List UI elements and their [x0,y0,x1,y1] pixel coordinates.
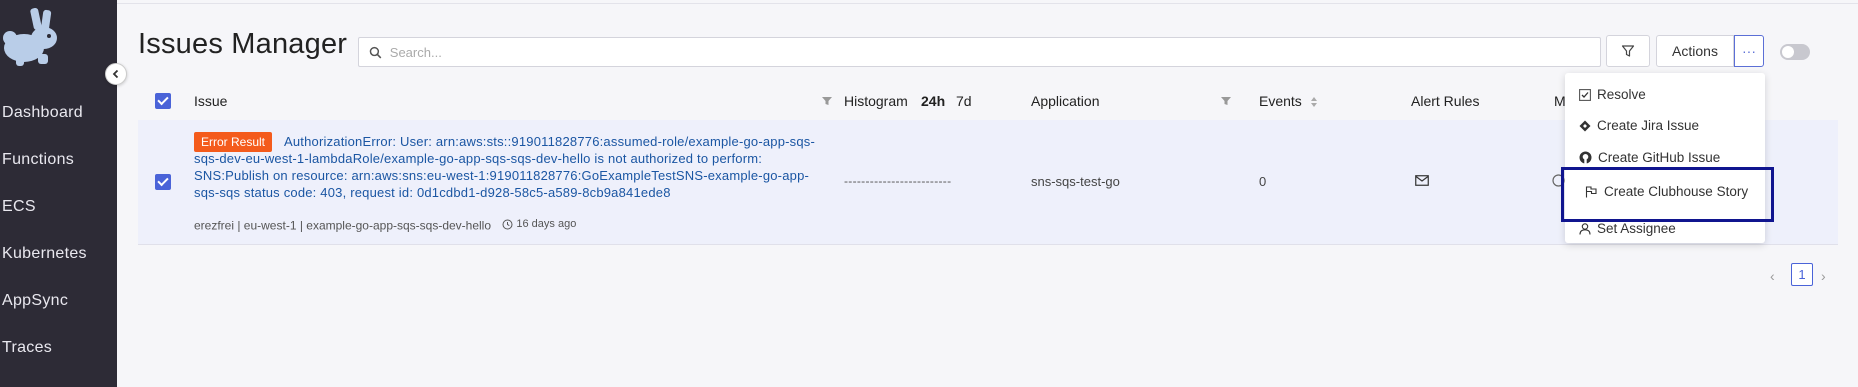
menu-item-label: Create Clubhouse Story [1604,184,1749,199]
menu-item-create-github-issue[interactable]: Create GitHub Issue [1579,150,1720,165]
menu-item-label: Create Jira Issue [1597,118,1700,133]
envelope-icon[interactable] [1415,175,1429,186]
row-checkbox[interactable] [155,174,171,190]
actions-dropdown-menu: Resolve Create Jira Issue Create GitHub … [1565,73,1765,243]
toggle-knob [1782,46,1794,58]
search-box[interactable] [358,37,1601,67]
sidebar-collapse-button[interactable] [105,63,127,85]
sidebar-item-ecs[interactable]: ECS [2,198,36,216]
top-border [117,0,1858,4]
menu-item-resolve[interactable]: Resolve [1579,87,1646,102]
issue-title-link[interactable]: AuthorizationError: User: arn:aws:sts::9… [194,133,834,201]
select-all-checkbox[interactable] [155,93,171,109]
menu-item-create-jira-issue[interactable]: Create Jira Issue [1579,118,1699,133]
pagination-prev-button[interactable]: ‹ [1770,268,1775,284]
sidebar: Dashboard Functions ECS Kubernetes AppSy… [0,0,117,387]
jira-icon [1579,120,1591,131]
menu-item-create-clubhouse-story[interactable]: Create Clubhouse Story [1585,184,1748,199]
menu-item-label: Set Assignee [1597,221,1676,236]
histogram-range-24h[interactable]: 24h [921,93,945,109]
issue-time: 16 days ago [502,218,576,230]
menu-item-set-assignee[interactable]: Set Assignee [1579,221,1676,236]
page-title: Issues Manager [138,28,348,60]
issue-meta: erezfrei | eu-west-1 | example-go-app-sq… [194,218,576,233]
sidebar-item-traces[interactable]: Traces [2,339,52,357]
actions-button[interactable]: Actions [1656,35,1734,67]
github-icon [1579,151,1592,164]
menu-item-label: Resolve [1597,87,1646,102]
error-result-badge: Error Result [194,132,273,152]
logo-rabbit-icon[interactable] [2,6,70,68]
column-histogram: Histogram [844,93,908,109]
view-toggle[interactable] [1780,44,1810,60]
status-icon[interactable] [1552,174,1565,187]
column-events: Events [1259,93,1302,109]
column-alert-rules: Alert Rules [1411,93,1480,109]
column-issue: Issue [194,93,228,109]
user-icon [1579,222,1591,235]
column-truncated: M [1554,93,1566,109]
clock-icon [502,219,513,229]
pagination-page-1[interactable]: 1 [1791,263,1813,286]
sidebar-item-kubernetes[interactable]: Kubernetes [2,245,87,263]
more-actions-button[interactable]: ··· [1734,35,1764,67]
histogram-range-7d[interactable]: 7d [956,93,972,109]
check-square-icon [1579,88,1591,101]
column-application: Application [1031,93,1100,109]
sidebar-item-appsync[interactable]: AppSync [2,292,68,310]
menu-item-label: Create GitHub Issue [1598,150,1721,165]
application-filter-icon[interactable] [1220,95,1232,107]
pagination-next-button[interactable]: › [1821,268,1826,284]
events-cell: 0 [1259,174,1267,189]
histogram-sparkline: ------------------------- [844,174,952,188]
sidebar-item-functions[interactable]: Functions [2,151,74,169]
clubhouse-flag-icon [1585,185,1597,197]
sidebar-item-dashboard[interactable]: Dashboard [2,104,83,122]
application-cell: sns-sqs-test-go [1031,174,1120,189]
search-input[interactable] [389,44,1600,60]
sort-icon[interactable] [1310,96,1318,108]
issue-filter-icon[interactable] [821,95,833,107]
issue-meta-text: erezfrei | eu-west-1 | example-go-app-sq… [194,218,492,233]
search-icon [369,46,382,58]
filter-button[interactable] [1606,35,1650,67]
filter-icon [1621,45,1635,57]
chevron-left-icon [112,69,119,79]
issue-time-text: 16 days ago [516,218,577,230]
